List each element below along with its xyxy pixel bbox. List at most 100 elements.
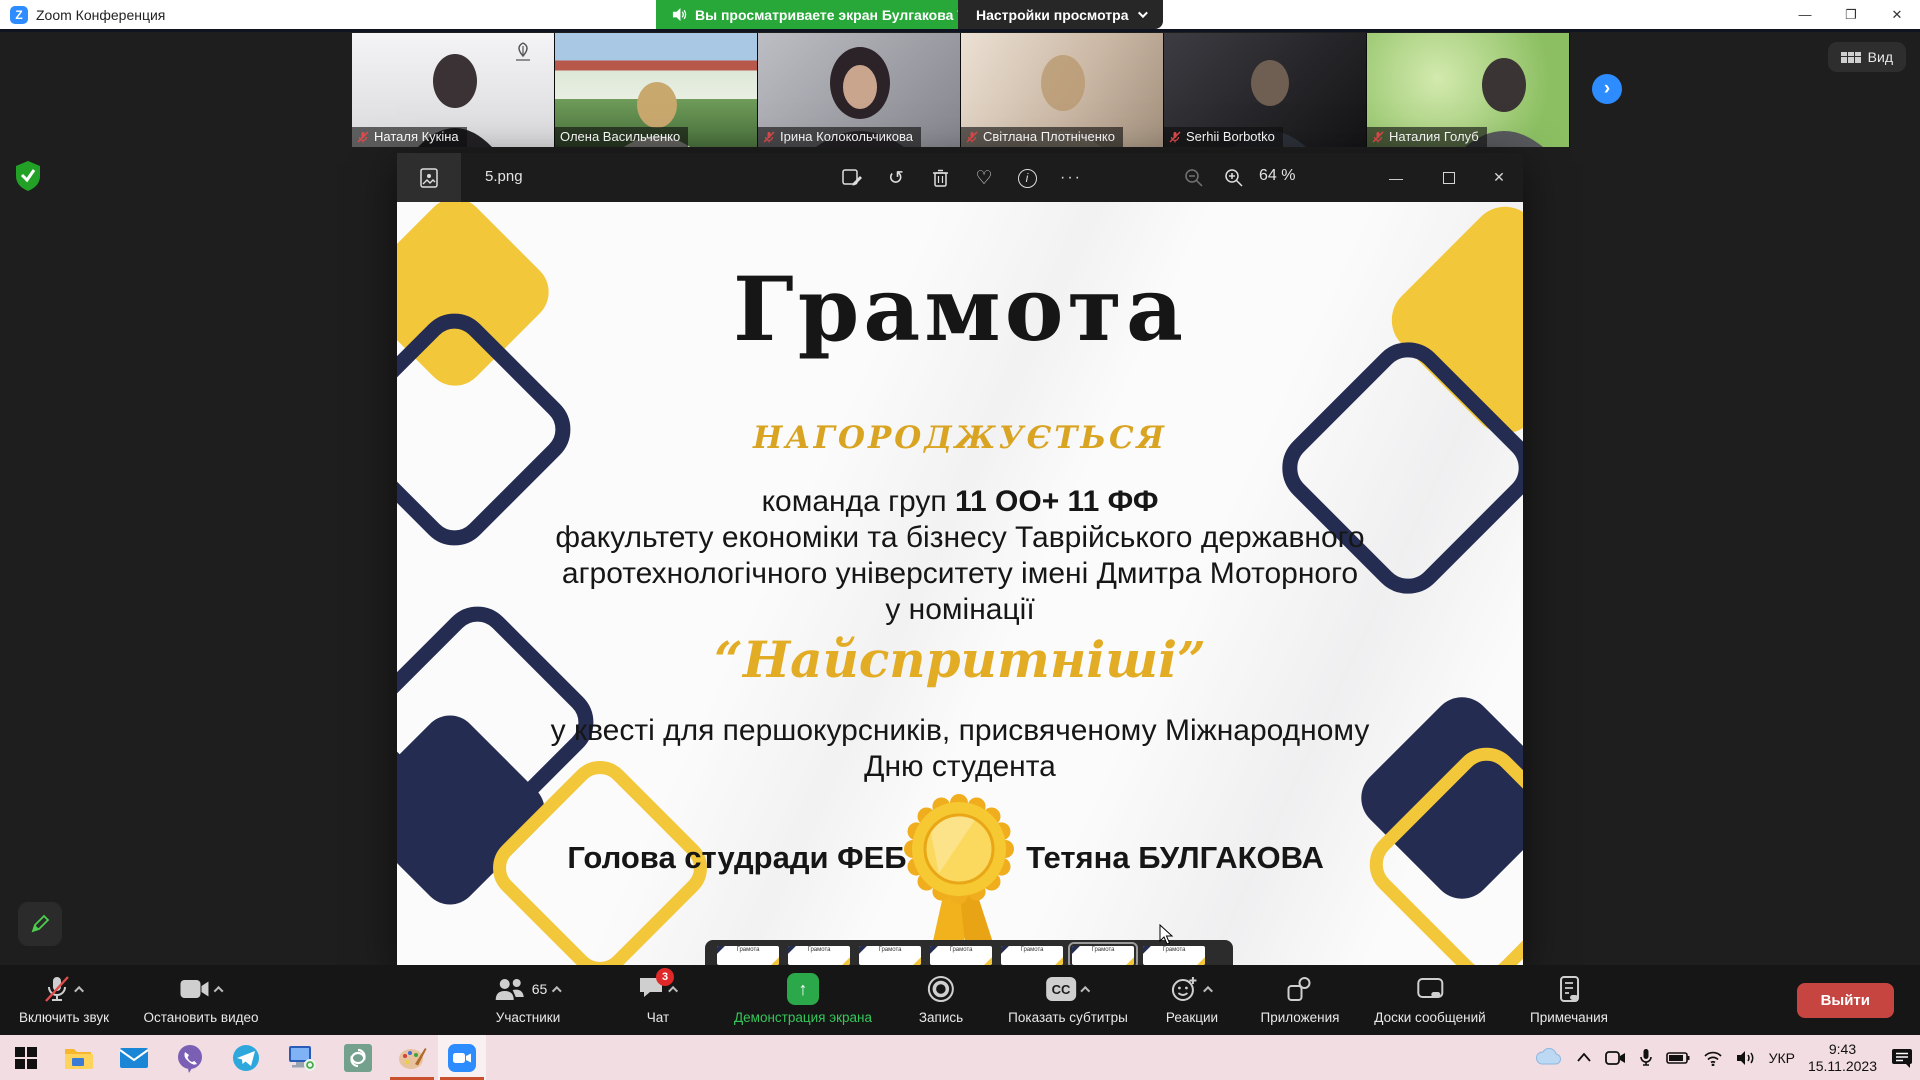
wifi-icon[interactable] xyxy=(1703,1050,1723,1066)
reactions-icon xyxy=(1171,975,1199,1003)
zoom-out-button[interactable] xyxy=(1179,164,1209,192)
notification-center-icon[interactable] xyxy=(1890,1047,1914,1069)
volume-icon[interactable] xyxy=(1736,1050,1756,1066)
record-button[interactable]: Запись xyxy=(919,973,963,1025)
video-tile[interactable]: Наталия Голуб xyxy=(1367,33,1570,147)
zoom-in-button[interactable] xyxy=(1219,164,1249,192)
windows-taskbar: УКР 9:43 15.11.2023 xyxy=(0,1035,1920,1080)
remote-desktop-icon[interactable] xyxy=(286,1042,318,1074)
unmute-button[interactable]: Включить звук xyxy=(19,973,109,1025)
trash-icon xyxy=(931,168,950,188)
video-tile[interactable]: Олена Васильченко xyxy=(555,33,758,147)
captions-options-chevron[interactable] xyxy=(1080,985,1090,995)
photos-close-button[interactable]: ✕ xyxy=(1475,153,1523,202)
photos-minimize-button[interactable]: — xyxy=(1372,153,1420,202)
telegram-icon[interactable] xyxy=(230,1042,262,1074)
zoom-logo-icon: Z xyxy=(10,6,28,24)
video-tile[interactable]: Світлана Плотніченко xyxy=(961,33,1164,147)
muted-mic-icon xyxy=(357,131,369,143)
chatgpt-icon[interactable] xyxy=(342,1042,374,1074)
medal-icon xyxy=(897,787,1021,965)
edit-photo-button[interactable] xyxy=(837,164,867,192)
tray-date: 15.11.2023 xyxy=(1808,1058,1877,1075)
onedrive-cloud-icon[interactable] xyxy=(1534,1048,1564,1068)
photo-thumbnail[interactable]: Грамота xyxy=(1001,946,1063,965)
paint-icon[interactable] xyxy=(396,1042,428,1074)
share-screen-button[interactable]: ↑ Демонстрация экрана xyxy=(734,973,872,1025)
view-button[interactable]: Вид xyxy=(1828,42,1906,72)
annotate-button[interactable] xyxy=(18,902,62,946)
window-title: Zoom Конференция xyxy=(36,7,165,23)
photo-thumbnail[interactable]: Грамота xyxy=(859,946,921,965)
photos-app-window: 5.png ↺ ♡ i ··· xyxy=(397,153,1523,965)
battery-icon[interactable] xyxy=(1666,1051,1690,1065)
picture-icon xyxy=(418,167,440,189)
rotate-button[interactable]: ↺ xyxy=(881,164,911,192)
info-button[interactable]: i xyxy=(1012,164,1042,192)
notes-button[interactable]: Примечания xyxy=(1530,973,1608,1025)
stop-video-button[interactable]: Остановить видео xyxy=(143,973,258,1025)
chat-button[interactable]: 3 Чат xyxy=(638,973,678,1025)
tray-expand-chevron[interactable] xyxy=(1577,1053,1591,1062)
certificate-line: факультету економіки та бізнесу Таврійсь… xyxy=(397,521,1523,555)
leave-button[interactable]: Выйти xyxy=(1797,983,1894,1018)
photo-thumbnail[interactable]: Грамота xyxy=(930,946,992,965)
viber-icon[interactable] xyxy=(174,1042,206,1074)
view-settings-dropdown[interactable]: Настройки просмотра xyxy=(958,0,1163,29)
mic-options-chevron[interactable] xyxy=(74,985,84,995)
file-explorer-icon[interactable] xyxy=(62,1042,94,1074)
edit-icon xyxy=(841,167,863,189)
zoom-app-icon[interactable] xyxy=(446,1042,478,1074)
share-screen-icon: ↑ xyxy=(787,973,819,1005)
close-button[interactable]: ✕ xyxy=(1874,0,1920,29)
notes-icon xyxy=(1557,976,1581,1002)
whiteboard-icon xyxy=(1416,977,1444,1001)
apps-button[interactable]: Приложения xyxy=(1261,973,1340,1025)
restore-button[interactable]: ❐ xyxy=(1828,0,1874,29)
video-tile[interactable]: Ірина Колокольчикова xyxy=(758,33,961,147)
participants-button[interactable]: 65 Участники xyxy=(495,973,562,1025)
video-options-chevron[interactable] xyxy=(213,985,223,995)
photo-thumbnail[interactable]: Грамота xyxy=(717,946,779,965)
security-shield-icon xyxy=(14,160,42,192)
chat-options-chevron[interactable] xyxy=(668,985,678,995)
university-logo xyxy=(510,41,536,71)
participants-options-chevron[interactable] xyxy=(551,985,561,995)
zoom-level: 64 % xyxy=(1259,167,1295,185)
reactions-options-chevron[interactable] xyxy=(1203,985,1213,995)
language-indicator[interactable]: УКР xyxy=(1769,1050,1795,1066)
certificate-image: Грамота НАГОРОДЖУЄТЬСЯ команда груп 11 О… xyxy=(397,202,1523,965)
photos-maximize-button[interactable] xyxy=(1425,153,1473,202)
mail-icon[interactable] xyxy=(118,1042,150,1074)
delete-button[interactable] xyxy=(925,164,955,192)
photo-thumbnail[interactable]: Грамота xyxy=(788,946,850,965)
photo-thumbnail-selected[interactable]: Грамота xyxy=(1072,946,1134,965)
more-options-button[interactable]: ··· xyxy=(1056,164,1086,192)
reactions-button[interactable]: Реакции xyxy=(1166,973,1218,1025)
filmstrip-bar: Грамота Грамота Грамота Грамота Грамота … xyxy=(705,940,1233,965)
clock[interactable]: 9:43 15.11.2023 xyxy=(1808,1041,1877,1075)
whiteboard-button[interactable]: Доски сообщений xyxy=(1374,973,1485,1025)
participant-name: Наталия Голуб xyxy=(1367,127,1487,147)
mouse-cursor xyxy=(1159,924,1175,946)
camera-icon xyxy=(179,978,209,1000)
pencil-icon xyxy=(29,913,51,935)
favorite-button[interactable]: ♡ xyxy=(969,164,999,192)
zoom-meeting-window: Z Zoom Конференция Вы просматриваете экр… xyxy=(0,0,1920,1080)
video-tile[interactable]: Наталя Кукіна xyxy=(352,33,555,147)
start-button[interactable] xyxy=(10,1042,42,1074)
certificate-subtitle: НАГОРОДЖУЄТЬСЯ xyxy=(397,420,1523,456)
certificate-line: агротехнологічного університету імені Дм… xyxy=(397,557,1523,591)
participants-count: 65 xyxy=(532,981,548,997)
minimize-button[interactable]: — xyxy=(1782,0,1828,29)
next-participants-button[interactable]: › xyxy=(1592,74,1622,104)
video-tile[interactable]: Serhii Borbotko xyxy=(1164,33,1367,147)
camera-tray-icon[interactable] xyxy=(1604,1049,1626,1067)
photo-thumbnail[interactable]: Грамота xyxy=(1143,946,1205,965)
certificate-team-line: команда груп 11 ОО+ 11 ФФ xyxy=(397,485,1523,519)
gallery-button[interactable] xyxy=(397,153,461,202)
photos-titlebar: 5.png ↺ ♡ i ··· xyxy=(397,153,1523,202)
mic-tray-icon[interactable] xyxy=(1639,1048,1653,1068)
speaker-icon xyxy=(672,7,687,22)
captions-button[interactable]: CC Показать субтитры xyxy=(1008,973,1128,1025)
